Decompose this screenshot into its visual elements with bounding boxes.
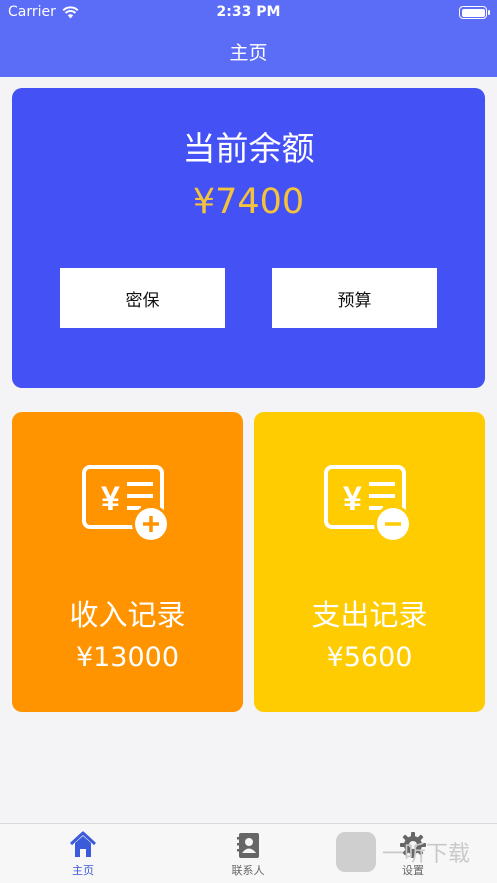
expense-receipt-minus-icon: ¥ xyxy=(324,465,412,543)
status-time: 2:33 PM xyxy=(216,4,281,20)
balance-card: 当前余额 ¥7400 密保 预算 xyxy=(12,88,485,388)
tab-home-label: 主页 xyxy=(72,864,94,877)
svg-text:¥: ¥ xyxy=(343,480,362,518)
tab-home[interactable]: 主页 xyxy=(43,830,123,882)
status-bar: Carrier 2:33 PM xyxy=(0,0,497,26)
battery-icon xyxy=(459,6,490,19)
watermark-logo xyxy=(336,832,376,872)
balance-amount: ¥7400 xyxy=(192,182,305,222)
expense-label: 支出记录 xyxy=(311,598,428,632)
budget-button[interactable]: 预算 xyxy=(272,268,437,328)
svg-text:¥: ¥ xyxy=(101,480,120,518)
balance-label: 当前余额 xyxy=(182,129,315,168)
navigation-header: Carrier 2:33 PM 主页 xyxy=(0,0,497,77)
tab-contacts-label: 联系人 xyxy=(231,864,265,877)
security-button[interactable]: 密保 xyxy=(60,268,225,328)
contacts-icon xyxy=(237,833,259,858)
income-receipt-plus-icon: ¥ xyxy=(82,465,170,543)
income-record-card[interactable]: ¥ 收入记录 ¥13000 xyxy=(12,412,243,712)
expense-record-card[interactable]: ¥ 支出记录 ¥5600 xyxy=(254,412,485,712)
tab-contacts[interactable]: 联系人 xyxy=(208,830,288,882)
income-amount: ¥13000 xyxy=(75,642,180,673)
watermark: 一听下载 xyxy=(336,832,470,872)
income-label: 收入记录 xyxy=(69,598,186,632)
watermark-text: 一听下载 xyxy=(382,842,471,867)
home-icon xyxy=(69,831,97,857)
expense-amount: ¥5600 xyxy=(326,642,413,673)
page-title: 主页 xyxy=(229,42,268,64)
